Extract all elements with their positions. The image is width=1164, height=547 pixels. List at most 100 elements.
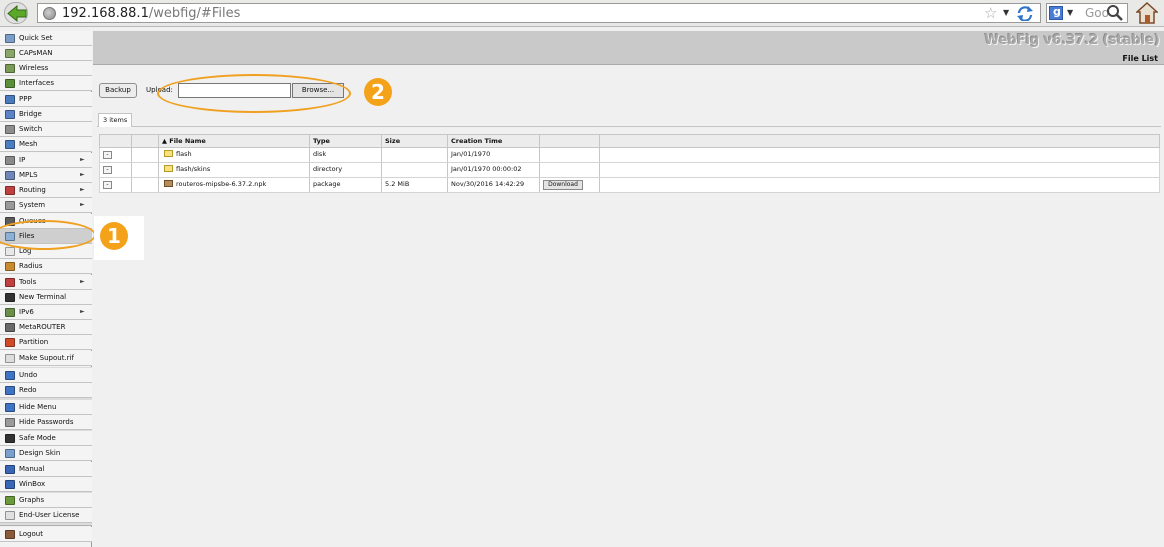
ppp-icon	[5, 95, 15, 104]
sidebar-item-hide-menu[interactable]: Hide Menu	[0, 400, 92, 415]
webfig-header: WebFig v6.37.2 (stable) File List	[93, 31, 1164, 65]
back-button[interactable]	[4, 2, 28, 24]
file-type-cell: directory	[310, 163, 382, 177]
step-badge-1: 1	[100, 222, 128, 250]
remove-row-button[interactable]: -	[103, 181, 112, 189]
sidebar-item-make-supout-rif[interactable]: Make Supout.rif	[0, 351, 92, 366]
reload-icon[interactable]	[1016, 6, 1034, 21]
remove-row-button[interactable]: -	[103, 166, 112, 174]
license-icon	[5, 511, 15, 520]
sidebar-item-label: New Terminal	[19, 293, 67, 301]
sidebar-item-bridge[interactable]: Bridge	[0, 107, 92, 122]
sidebar-item-logout[interactable]: Logout	[0, 527, 92, 542]
url-history-dropdown-icon[interactable]: ▼	[1003, 8, 1009, 17]
capsman-icon	[5, 49, 15, 58]
sidebar-item-routing[interactable]: Routing ►	[0, 183, 92, 198]
sidebar-item-label: Quick Set	[19, 34, 53, 42]
sidebar-item-label: Make Supout.rif	[19, 354, 74, 362]
sidebar-item-label: Interfaces	[19, 79, 54, 87]
sidebar-item-label: Partition	[19, 338, 49, 346]
sidebar-item-metarouter[interactable]: MetaROUTER	[0, 320, 92, 335]
col-file-name-header[interactable]: ▲ File Name	[159, 135, 310, 147]
brand-title: WebFig v6.37.2 (stable)	[984, 33, 1160, 48]
backup-button[interactable]: Backup	[99, 83, 137, 98]
row-action-cell: Download	[540, 178, 600, 192]
supout-icon	[5, 354, 15, 363]
creation-time-cell: Nov/30/2016 14:42:29	[448, 178, 540, 192]
sidebar-item-new-terminal[interactable]: New Terminal	[0, 290, 92, 305]
sidebar-item-partition[interactable]: Partition	[0, 335, 92, 350]
url-path: /webfig/#Files	[148, 6, 241, 21]
file-name-cell: flash/skins	[159, 163, 310, 177]
bookmark-star-icon[interactable]: ☆	[984, 5, 997, 21]
terminal-icon	[5, 293, 15, 302]
back-arrow-icon	[7, 5, 27, 22]
sidebar-item-label: Tools	[19, 278, 37, 286]
download-button[interactable]: Download	[543, 180, 583, 190]
sidebar-item-ppp[interactable]: PPP	[0, 92, 92, 107]
sidebar-item-manual[interactable]: Manual	[0, 462, 92, 477]
col-size-header[interactable]: Size	[382, 135, 448, 147]
sidebar-item-redo[interactable]: Redo	[0, 383, 92, 398]
address-bar[interactable]: 192.168.88.1/webfig/#Files ☆ ▼	[37, 3, 1041, 23]
row-flag-cell	[132, 163, 159, 177]
file-size-cell	[382, 148, 448, 162]
sidebar-item-undo[interactable]: Undo	[0, 368, 92, 383]
col-creation-time-header[interactable]: Creation Time	[448, 135, 540, 147]
sidebar-item-winbox[interactable]: WinBox	[0, 477, 92, 492]
routing-icon	[5, 186, 15, 195]
sidebar-item-label: Design Skin	[19, 449, 61, 457]
sidebar-item-label: CAPsMAN	[19, 49, 53, 57]
url-host: 192.168.88.1	[62, 6, 149, 21]
sidebar-item-label: Undo	[19, 371, 38, 379]
sidebar-item-hide-passwords[interactable]: Hide Passwords	[0, 415, 92, 430]
sidebar-item-mpls[interactable]: MPLS ►	[0, 168, 92, 183]
folder-icon	[164, 150, 173, 157]
sidebar-item-quick-set[interactable]: Quick Set	[0, 31, 92, 46]
engine-dropdown-icon[interactable]: ▼	[1067, 8, 1073, 17]
sidebar-item-ip[interactable]: IP ►	[0, 153, 92, 168]
home-icon[interactable]	[1136, 2, 1158, 24]
sidebar-item-ipv6[interactable]: IPv6 ►	[0, 305, 92, 320]
bridge-icon	[5, 110, 15, 119]
sidebar-item-safe-mode[interactable]: Safe Mode	[0, 431, 92, 446]
submenu-arrow-icon: ►	[80, 156, 85, 163]
sidebar-item-interfaces[interactable]: Interfaces	[0, 76, 92, 91]
table-row[interactable]: - flash disk Jan/01/1970	[99, 148, 1160, 163]
sidebar-item-label: Hide Menu	[19, 403, 57, 411]
file-type-cell: package	[310, 178, 382, 192]
url-text: 192.168.88.1/webfig/#Files	[62, 5, 240, 22]
sidebar-item-tools[interactable]: Tools ►	[0, 275, 92, 290]
sidebar-item-label: Logout	[19, 530, 43, 538]
search-icon[interactable]	[1106, 4, 1124, 22]
mesh-icon	[5, 140, 15, 149]
table-row[interactable]: - routeros-mipsbe-6.37.2.npk package 5.2 Mi…	[99, 178, 1160, 193]
table-row[interactable]: - flash/skins directory Jan/01/1970 00:00:0…	[99, 163, 1160, 178]
remove-row-button[interactable]: -	[103, 151, 112, 159]
sidebar-item-graphs[interactable]: Graphs	[0, 493, 92, 508]
creation-time-cell: Jan/01/1970	[448, 148, 540, 162]
col-type-header[interactable]: Type	[310, 135, 382, 147]
items-count-tab[interactable]: 3 items	[98, 113, 132, 127]
sidebar-item-label: Switch	[19, 125, 43, 133]
row-action-cell	[540, 163, 600, 177]
sidebar-item-switch[interactable]: Switch	[0, 122, 92, 137]
sidebar-item-system[interactable]: System ►	[0, 198, 92, 213]
sidebar-item-wireless[interactable]: Wireless	[0, 61, 92, 76]
browser-toolbar: 192.168.88.1/webfig/#Files ☆ ▼ ▼ Goo	[0, 0, 1164, 27]
row-select-cell: -	[100, 178, 132, 192]
sidebar-item-radius[interactable]: Radius	[0, 259, 92, 274]
sidebar-item-mesh[interactable]: Mesh	[0, 137, 92, 152]
google-engine-icon[interactable]	[1049, 5, 1063, 20]
submenu-arrow-icon: ►	[80, 186, 85, 193]
page-title: File List	[1122, 54, 1158, 63]
highlight-upload-field	[157, 74, 351, 113]
row-select-cell: -	[100, 148, 132, 162]
design-skin-icon	[5, 449, 15, 458]
sidebar-item-end-user-license[interactable]: End-User License	[0, 508, 92, 523]
sidebar-item-design-skin[interactable]: Design Skin	[0, 446, 92, 461]
creation-time-cell: Jan/01/1970 00:00:02	[448, 163, 540, 177]
sidebar-item-capsman[interactable]: CAPsMAN	[0, 46, 92, 61]
package-icon	[164, 180, 173, 187]
row-flag-cell	[132, 148, 159, 162]
